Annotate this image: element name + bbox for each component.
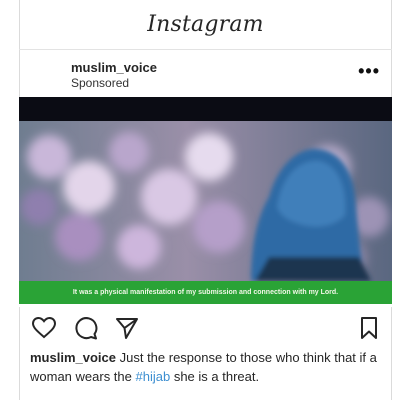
sponsored-label: Sponsored [71, 76, 130, 90]
caption-text-after: she is a threat. [170, 369, 260, 384]
video-caption-bar: It was a physical manifestation of my su… [19, 281, 392, 304]
video-caption-text: It was a physical manifestation of my su… [72, 289, 339, 296]
comment-icon[interactable] [74, 316, 98, 345]
more-options-icon[interactable]: ••• [358, 62, 380, 80]
app-header: Instagram [19, 0, 392, 50]
post-video[interactable]: It was a physical manifestation of my su… [19, 97, 392, 307]
bookmark-icon[interactable] [359, 316, 379, 345]
post-header: muslim_voice Sponsored ••• [19, 50, 392, 97]
video-frame-image [19, 97, 392, 307]
post-username[interactable]: muslim_voice [71, 60, 157, 75]
post-actions [19, 312, 392, 342]
caption-hashtag[interactable]: #hijab [136, 369, 171, 384]
caption-username[interactable]: muslim_voice [30, 350, 116, 365]
post-caption: muslim_voice Just the response to those … [30, 348, 385, 386]
instagram-logo[interactable]: Instagram [147, 12, 263, 37]
send-icon[interactable] [115, 316, 139, 345]
heart-icon[interactable] [31, 316, 57, 345]
